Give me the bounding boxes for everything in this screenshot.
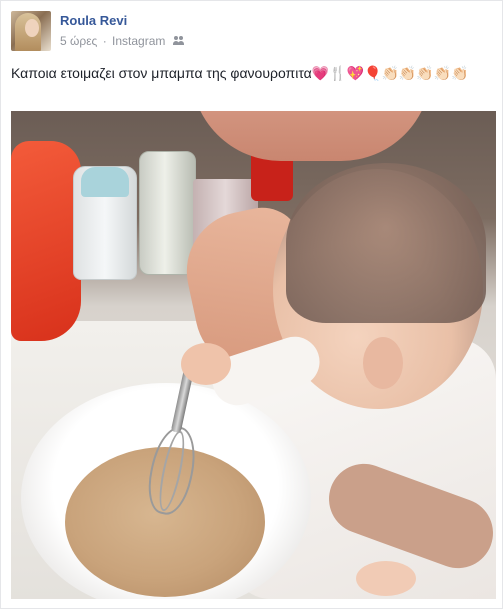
post-time[interactable]: 5 ώρες <box>60 34 97 48</box>
adult-face <box>191 111 431 161</box>
post-meta: 5 ώρες · Instagram <box>60 34 185 48</box>
baby-hand <box>181 343 231 385</box>
meta-separator: · <box>102 34 107 48</box>
post-source[interactable]: Instagram <box>112 34 165 48</box>
facebook-post: Roula Revi 5 ώρες · Instagram Καποια ετο… <box>0 0 503 609</box>
baby-hair <box>286 163 486 323</box>
bottle-cap <box>81 167 129 197</box>
post-photo[interactable] <box>11 111 496 599</box>
avatar[interactable] <box>11 11 51 51</box>
baby-ear <box>363 337 403 389</box>
post-text: Καποια ετοιμαζει στον μπαμπα της φανουρο… <box>11 65 469 81</box>
red-glove <box>11 141 81 341</box>
avatar-face <box>25 19 39 37</box>
friends-icon[interactable] <box>172 36 185 46</box>
baby-foot <box>356 561 416 596</box>
author-name[interactable]: Roula Revi <box>60 13 127 28</box>
